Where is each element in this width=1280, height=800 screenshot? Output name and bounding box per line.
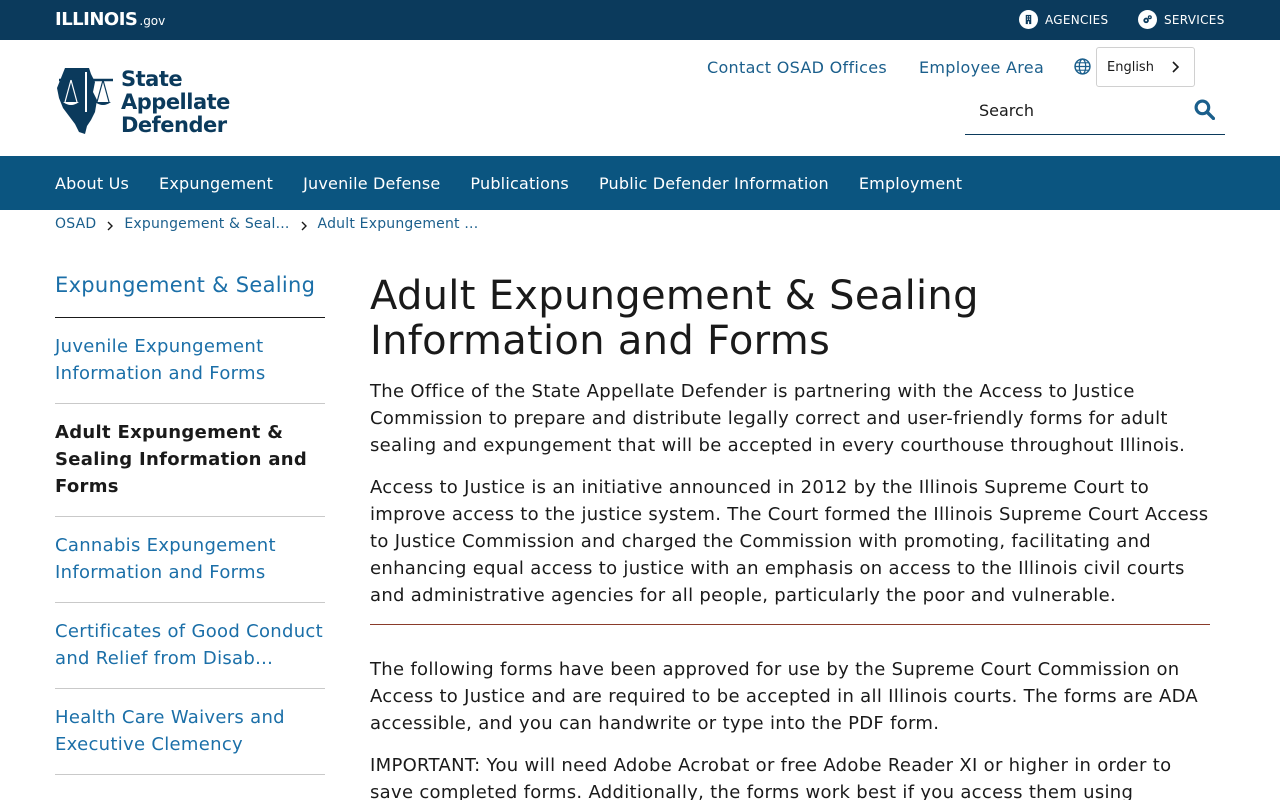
illinois-logo-text: ILLINOIS bbox=[55, 9, 138, 30]
building-icon bbox=[1019, 10, 1038, 29]
sidebar-title[interactable]: Expungement & Sealing bbox=[55, 273, 315, 297]
top-bar: ILLINOIS .gov AGENCIES SERVICES bbox=[0, 0, 1280, 40]
search-icon[interactable] bbox=[1194, 99, 1215, 120]
content-divider bbox=[370, 624, 1210, 625]
contact-osad-offices-link[interactable]: Contact OSAD Offices bbox=[707, 58, 887, 77]
globe-icon bbox=[1074, 58, 1091, 75]
language-selector[interactable]: English bbox=[1096, 47, 1195, 87]
sidebar-item-health-care-waivers[interactable]: Health Care Waivers and Executive Clemen… bbox=[55, 689, 325, 775]
important-paragraph: IMPORTANT: You will need Adobe Acrobat o… bbox=[370, 755, 1172, 800]
brand-line-3: Defender bbox=[121, 113, 227, 137]
nav-item-public-defender-information[interactable]: Public Defender Information bbox=[599, 174, 829, 193]
breadcrumb-osad[interactable]: OSAD bbox=[55, 216, 96, 232]
nav-item-employment[interactable]: Employment bbox=[859, 174, 962, 193]
breadcrumb: OSAD Expungement & Seal... Adult Expunge… bbox=[55, 216, 478, 232]
language-label: English bbox=[1107, 59, 1154, 75]
sidebar-item-cannabis-expungement[interactable]: Cannabis Expungement Information and For… bbox=[55, 517, 325, 603]
brand-line-1: State bbox=[121, 67, 183, 91]
access-to-justice-paragraph: Access to Justice is an initiative annou… bbox=[370, 477, 1209, 606]
sidebar-menu: Juvenile Expungement Information and For… bbox=[55, 318, 325, 775]
chevron-right-icon bbox=[301, 221, 307, 231]
breadcrumb-adult-expungement[interactable]: Adult Expungement ... bbox=[318, 216, 479, 232]
illinois-gov-logo[interactable]: ILLINOIS .gov bbox=[55, 9, 165, 30]
agencies-label: AGENCIES bbox=[1045, 12, 1109, 27]
search-input[interactable] bbox=[979, 101, 1179, 120]
intro-paragraph: The Office of the State Appellate Defend… bbox=[370, 381, 1186, 456]
nav-item-publications[interactable]: Publications bbox=[470, 174, 569, 193]
brand-name[interactable]: State Appellate Defender bbox=[121, 68, 230, 137]
nav-item-about-us[interactable]: About Us bbox=[55, 174, 129, 193]
services-label: SERVICES bbox=[1164, 12, 1225, 27]
forms-paragraph: The following forms have been approved f… bbox=[370, 659, 1199, 734]
nav-item-juvenile-defense[interactable]: Juvenile Defense bbox=[303, 174, 440, 193]
breadcrumb-expungement-sealing[interactable]: Expungement & Seal... bbox=[124, 216, 289, 232]
state-appellate-defender-seal-icon[interactable] bbox=[55, 66, 117, 136]
sidebar-item-certificates-good-conduct[interactable]: Certificates of Good Conduct and Relief … bbox=[55, 603, 325, 689]
search-box bbox=[965, 90, 1225, 135]
chevron-right-icon bbox=[1172, 61, 1180, 73]
sidebar-item-juvenile-expungement[interactable]: Juvenile Expungement Information and For… bbox=[55, 318, 325, 404]
page-title: Adult Expungement & Sealing Information … bbox=[370, 273, 979, 364]
main-navigation: About Us Expungement Juvenile Defense Pu… bbox=[0, 156, 1280, 210]
sidebar-item-adult-expungement[interactable]: Adult Expungement & Sealing Information … bbox=[55, 404, 325, 517]
chevron-right-icon bbox=[107, 221, 114, 231]
employee-area-link[interactable]: Employee Area bbox=[919, 58, 1044, 77]
nav-item-expungement[interactable]: Expungement bbox=[159, 174, 273, 193]
gears-icon bbox=[1138, 10, 1157, 29]
illinois-logo-suffix: .gov bbox=[139, 14, 166, 28]
brand-line-2: Appellate bbox=[121, 90, 230, 114]
services-link[interactable]: SERVICES bbox=[1138, 10, 1225, 29]
agencies-link[interactable]: AGENCIES bbox=[1019, 10, 1108, 29]
main-content: Adult Expungement & Sealing Information … bbox=[370, 274, 1215, 800]
